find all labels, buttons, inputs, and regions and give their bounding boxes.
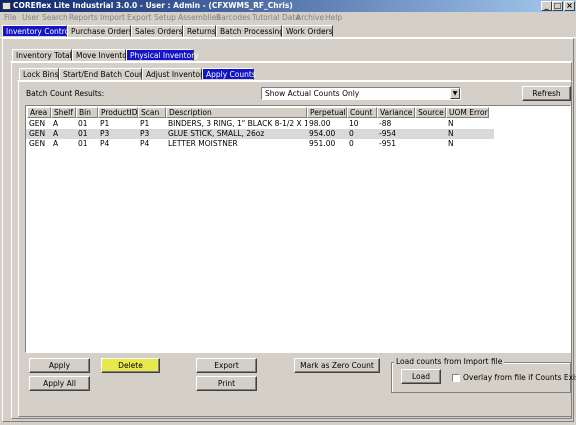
tab-apply-counts[interactable]: Apply Counts (202, 68, 256, 80)
tab-returns[interactable]: Returns (183, 25, 216, 37)
count-filter-value: Show Actual Counts Only (265, 89, 360, 98)
menu-file[interactable]: File (4, 13, 17, 23)
table-row[interactable]: GEN A 01 P3 P3 GLUE STICK, SMALL, 26oz 9… (26, 129, 494, 139)
cell-perpetual: 951.00 (309, 139, 336, 148)
print-button[interactable]: Print (196, 376, 257, 391)
cell-variance: -954 (379, 129, 397, 138)
delete-button[interactable]: Delete (101, 358, 160, 373)
cell-bin: 01 (78, 129, 88, 138)
menu-import[interactable]: Import (100, 13, 125, 23)
cell-area: GEN (29, 119, 46, 128)
cell-source (415, 139, 446, 149)
app-icon (2, 2, 11, 10)
load-button[interactable]: Load (401, 369, 441, 384)
cell-count: 0 (349, 129, 354, 138)
cell-productid: P3 (100, 129, 110, 138)
count-filter-select[interactable]: Show Actual Counts Only ▼ (261, 87, 461, 100)
cell-uom-error: N (448, 139, 454, 148)
cell-count: 0 (349, 139, 354, 148)
tab-adjust-inventory[interactable]: Adjust Inventory (142, 68, 208, 80)
tab-batch-processing[interactable]: Batch Processing (216, 25, 284, 37)
menu-help[interactable]: Help (325, 13, 342, 23)
cell-area: GEN (29, 139, 46, 148)
minimize-button[interactable]: _ (541, 1, 552, 11)
close-button[interactable]: × (564, 1, 575, 11)
tab-lock-bins[interactable]: Lock Bins (19, 68, 59, 80)
menu-reports[interactable]: Reports (69, 13, 98, 23)
cell-shelf: A (53, 139, 59, 148)
maximize-button[interactable]: □ (552, 1, 563, 11)
table-row[interactable]: GEN A 01 P4 P4 LETTER MOISTNER 951.00 0 … (26, 139, 494, 149)
column-header-description[interactable]: Description (166, 107, 307, 118)
tab-inventory-control[interactable]: Inventory Control (2, 25, 71, 37)
batch-count-results-label: Batch Count Results: (26, 89, 105, 98)
menu-barcodes[interactable]: Barcodes (216, 13, 251, 23)
tab-move-inventory[interactable]: Move Inventory (72, 49, 134, 61)
cell-perpetual: 98.00 (309, 119, 331, 128)
tab-work-orders[interactable]: Work Orders (282, 25, 333, 37)
cell-perpetual: 954.00 (309, 129, 336, 138)
tab-inventory-totals[interactable]: Inventory Totals (12, 49, 76, 61)
column-header-scan[interactable]: Scan (138, 107, 166, 118)
menu-export[interactable]: Export (127, 13, 152, 23)
cell-uom-error: N (448, 129, 454, 138)
column-header-productid[interactable]: ProductID (98, 107, 138, 118)
column-header-bin[interactable]: Bin (76, 107, 98, 118)
cell-productid: P1 (100, 119, 110, 128)
column-header-shelf[interactable]: Shelf (51, 107, 76, 118)
window-title: COREflex Lite Industrial 3.0.0 - User : … (13, 1, 293, 10)
title-bar: COREflex Lite Industrial 3.0.0 - User : … (0, 0, 576, 12)
cell-count: 10 (349, 119, 359, 128)
tab-sales-orders[interactable]: Sales Orders (131, 25, 183, 37)
menu-search[interactable]: Search (42, 13, 68, 23)
cell-uom-error: N (448, 119, 454, 128)
cell-bin: 01 (78, 119, 88, 128)
menu-tutorial-data[interactable]: Tutorial Data (252, 13, 300, 23)
menu-setup[interactable]: Setup (154, 13, 176, 23)
column-header-area[interactable]: Area (27, 107, 51, 118)
cell-description: LETTER MOISTNER (168, 139, 238, 148)
cell-area: GEN (29, 129, 46, 138)
table-row[interactable]: GEN A 01 P1 P1 BINDERS, 3 RING, 1" BLACK… (26, 119, 494, 129)
count-results-grid[interactable]: Area Shelf Bin ProductID Scan Descriptio… (25, 105, 571, 353)
overlay-checkbox-label[interactable]: Overlay from file if Counts Exist (463, 373, 576, 383)
cell-scan: P3 (140, 129, 150, 138)
cell-variance: -88 (379, 119, 392, 128)
overlay-checkbox[interactable] (452, 374, 460, 382)
apply-button[interactable]: Apply (29, 358, 90, 373)
cell-variance: -951 (379, 139, 397, 148)
cell-bin: 01 (78, 139, 88, 148)
apply-all-button[interactable]: Apply All (29, 376, 90, 391)
column-header-source[interactable]: Source (415, 107, 446, 118)
cell-source (415, 119, 446, 129)
menu-archive[interactable]: Archive (296, 13, 324, 23)
cell-shelf: A (53, 129, 59, 138)
mark-as-zero-count-button[interactable]: Mark as Zero Count (294, 358, 380, 373)
cell-source (415, 129, 446, 139)
column-header-variance[interactable]: Variance (377, 107, 415, 118)
cell-description: BINDERS, 3 RING, 1" BLACK 8-1/2 X 11 (168, 119, 307, 128)
column-header-perpetual[interactable]: Perpetual (307, 107, 347, 118)
tab-start-end-batch-counts[interactable]: Start/End Batch Counts (59, 68, 151, 80)
menu-user[interactable]: User (22, 13, 39, 23)
cell-scan: P4 (140, 139, 150, 148)
tab-physical-inventory[interactable]: Physical Inventory (126, 49, 199, 61)
cell-productid: P4 (100, 139, 110, 148)
load-counts-group-title: Load counts from Import file (394, 357, 505, 367)
menu-assemblies[interactable]: Assemblies (178, 13, 220, 23)
chevron-down-icon[interactable]: ▼ (450, 88, 460, 99)
export-button[interactable]: Export (196, 358, 257, 373)
cell-scan: P1 (140, 119, 150, 128)
column-header-uom-error[interactable]: UOM Error (446, 107, 489, 118)
refresh-button[interactable]: Refresh (522, 86, 571, 101)
cell-shelf: A (53, 119, 59, 128)
column-header-count[interactable]: Count (347, 107, 377, 118)
tab-purchase-orders[interactable]: Purchase Orders (67, 25, 133, 37)
menu-bar: File User Search Reports Import Export S… (0, 12, 576, 24)
cell-description: GLUE STICK, SMALL, 26oz (168, 129, 265, 138)
